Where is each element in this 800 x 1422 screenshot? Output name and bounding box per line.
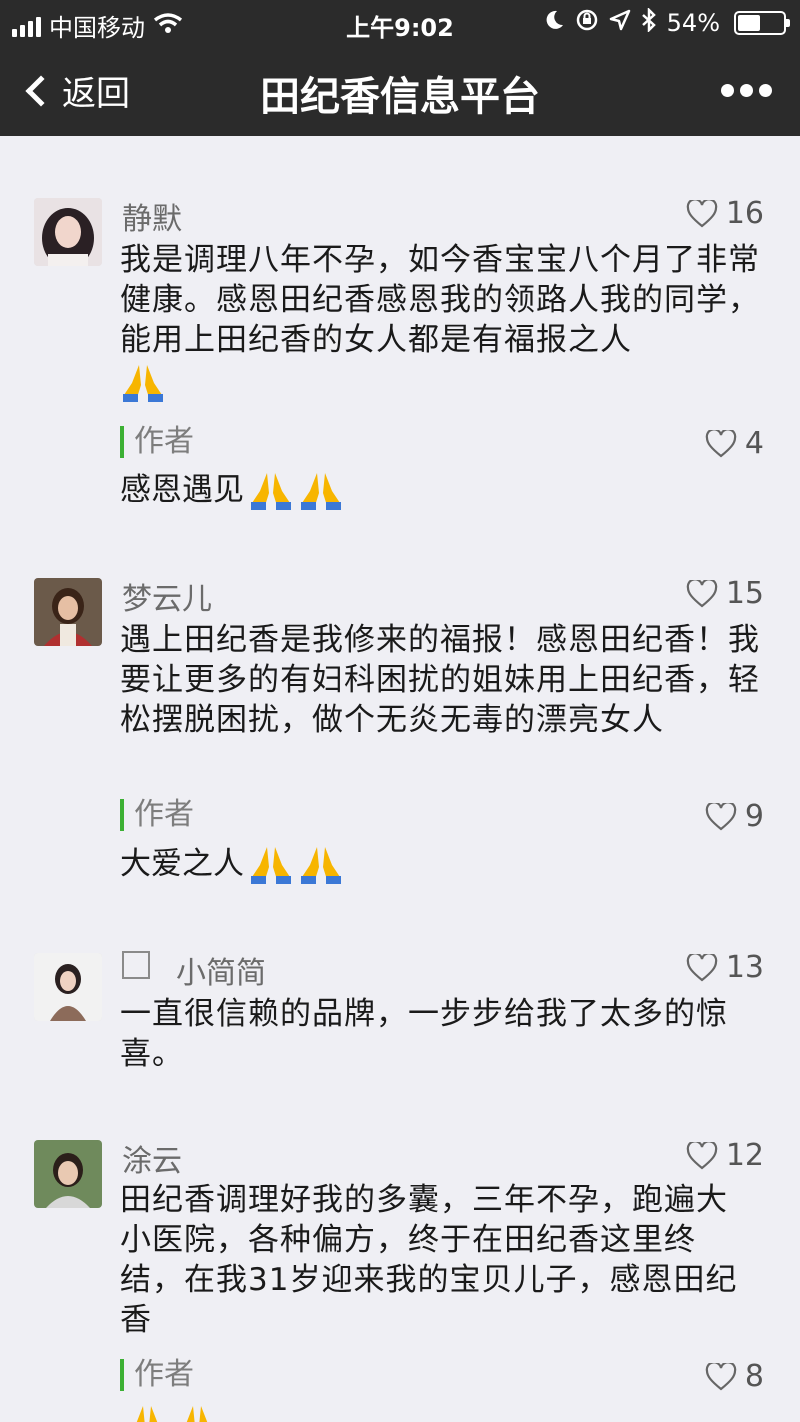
like-button[interactable]: 16 xyxy=(686,196,764,231)
reply-like-count: 9 xyxy=(744,799,764,834)
battery-percent: 54% xyxy=(666,9,720,37)
author-reply-text: 感恩遇见 xyxy=(120,468,344,512)
like-button[interactable]: 13 xyxy=(686,950,764,985)
folded-hands-icon xyxy=(298,469,344,511)
comment-text: 我是调理八年不孕，如今香宝宝八个月了非常健康。感恩田纪香感恩我的领路人我的同学，… xyxy=(120,240,765,403)
comment-author: 梦云儿 xyxy=(122,582,212,617)
avatar[interactable] xyxy=(34,1140,102,1208)
battery-icon xyxy=(734,11,790,35)
heart-outline-icon xyxy=(705,429,737,458)
chevron-left-icon xyxy=(25,74,57,107)
folded-hands-icon xyxy=(248,843,294,885)
like-count: 16 xyxy=(725,196,764,231)
folded-hands-icon xyxy=(120,361,166,403)
comment-text: 一直很信赖的品牌，一步步给我了太多的惊喜。 xyxy=(120,996,728,1072)
comment-text: 遇上田纪香是我修来的福报！感恩田纪香！我要让更多的有妇科困扰的姐妹用上田纪香，轻… xyxy=(120,622,760,738)
comment-text-content: 我是调理八年不孕，如今香宝宝八个月了非常健康。感恩田纪香感恩我的领路人我的同学，… xyxy=(120,242,760,358)
rotation-lock-icon xyxy=(575,8,599,38)
reply-like-count: 8 xyxy=(744,1359,764,1394)
heart-outline-icon xyxy=(705,1362,737,1391)
folded-hands-icon xyxy=(124,1402,170,1422)
heart-outline-icon xyxy=(686,953,718,982)
avatar[interactable] xyxy=(34,578,102,646)
comment-author: 涂云 xyxy=(122,1144,182,1179)
nav-bar: 返回 田纪香信息平台 xyxy=(0,44,800,136)
reply-text-content: 大爱之人 xyxy=(120,846,244,882)
bluetooth-icon xyxy=(641,6,657,38)
like-button[interactable]: 12 xyxy=(686,1138,764,1173)
avatar[interactable] xyxy=(34,198,102,266)
status-right: 54% xyxy=(543,6,790,38)
like-count: 13 xyxy=(725,950,764,985)
author-reply-text: 大爱之人 xyxy=(120,842,344,886)
back-label: 返回 xyxy=(62,74,130,114)
heart-outline-icon xyxy=(686,1141,718,1170)
reply-like-button[interactable]: 8 xyxy=(705,1359,764,1394)
folded-hands-icon xyxy=(174,1402,220,1422)
status-bar: 中国移动 上午9:02 54% xyxy=(0,0,800,44)
folded-hands-icon xyxy=(248,469,294,511)
avatar[interactable] xyxy=(34,953,102,1021)
author-reply-label: 作者 xyxy=(120,1359,194,1391)
comment-text: 田纪香调理好我的多囊，三年不孕，跑遍大小医院，各种偏方，终于在田纪香这里终结，在… xyxy=(120,1182,738,1338)
comment-author: 小简简 xyxy=(176,956,266,991)
reply-text-content: 感恩遇见 xyxy=(120,472,244,508)
like-count: 15 xyxy=(725,576,764,611)
author-reply-label: 作者 xyxy=(120,799,194,831)
like-button[interactable]: 15 xyxy=(686,576,764,611)
back-button[interactable]: 返回 xyxy=(22,66,130,115)
reply-like-count: 4 xyxy=(744,426,764,461)
comment-author: 静默 xyxy=(122,202,182,237)
reply-like-button[interactable]: 9 xyxy=(705,799,764,834)
heart-outline-icon xyxy=(686,199,718,228)
folded-hands-icon xyxy=(298,843,344,885)
author-reply-text xyxy=(120,1402,220,1422)
author-reply-label: 作者 xyxy=(120,426,194,458)
select-checkbox[interactable] xyxy=(122,951,150,979)
reply-like-button[interactable]: 4 xyxy=(705,426,764,461)
heart-outline-icon xyxy=(705,802,737,831)
location-icon xyxy=(609,9,631,37)
moon-icon xyxy=(543,9,565,37)
heart-outline-icon xyxy=(686,579,718,608)
more-icon[interactable] xyxy=(721,84,772,97)
like-count: 12 xyxy=(725,1138,764,1173)
